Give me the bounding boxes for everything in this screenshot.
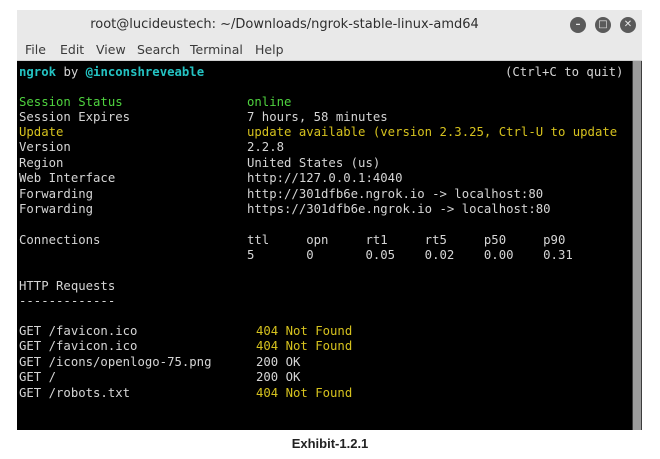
menu-bar: File Edit View Search Terminal Help: [17, 40, 642, 61]
request-status: 404 Not Found: [256, 339, 353, 353]
scrollbar[interactable]: [632, 61, 642, 430]
close-icon: ✕: [623, 19, 633, 30]
http-requests-rule: -------------: [19, 294, 116, 308]
connections-values: 5 0 0.05 0.02 0.00 0.31: [247, 248, 573, 262]
terminal-window: root@lucideustech: ~/Downloads/ngrok-sta…: [17, 10, 642, 430]
region-value: United States (us): [247, 156, 381, 170]
scrollbar-thumb[interactable]: [633, 61, 641, 430]
header-author: @inconshreveable: [85, 65, 205, 79]
request-path: GET /robots.txt: [19, 386, 131, 400]
version-label: Version: [19, 140, 71, 154]
request-status: 200 OK: [256, 355, 301, 369]
update-value: update available (version 2.3.25, Ctrl-U…: [247, 125, 618, 139]
forwarding-label: Forwarding: [19, 202, 94, 216]
web-interface-value: http://127.0.0.1:4040: [247, 171, 403, 185]
request-path: GET /icons/openlogo-75.png: [19, 355, 212, 369]
menu-edit[interactable]: Edit: [60, 42, 84, 57]
region-label: Region: [19, 156, 64, 170]
connections-label: Connections: [19, 233, 101, 247]
window-title: root@lucideustech: ~/Downloads/ngrok-sta…: [90, 17, 479, 32]
maximize-button[interactable]: □: [595, 17, 611, 33]
title-bar[interactable]: root@lucideustech: ~/Downloads/ngrok-sta…: [17, 10, 642, 40]
web-interface-label: Web Interface: [19, 171, 116, 185]
exhibit-caption: Exhibit-1.2.1: [291, 436, 369, 451]
minimize-button[interactable]: –: [570, 17, 586, 33]
request-status: 200 OK: [256, 370, 301, 384]
session-status-label: Session Status: [19, 95, 123, 109]
forwarding-label: Forwarding: [19, 187, 94, 201]
request-status: 404 Not Found: [256, 386, 353, 400]
connections-headers: ttl opn rt1 rt5 p50 p90: [247, 233, 566, 247]
maximize-icon: □: [598, 19, 608, 30]
request-path: GET /favicon.ico: [19, 339, 138, 353]
menu-terminal[interactable]: Terminal: [190, 42, 243, 57]
session-expires-label: Session Expires: [19, 110, 131, 124]
http-requests-label: HTTP Requests: [19, 279, 116, 293]
request-path: GET /: [19, 370, 57, 384]
header-by: by: [63, 65, 79, 79]
request-path: GET /favicon.ico: [19, 324, 138, 338]
menu-file[interactable]: File: [25, 42, 46, 57]
ngrok-name: ngrok: [19, 65, 57, 79]
terminal-output[interactable]: ngrok by @inconshreveable (Ctrl+C to qui…: [17, 61, 632, 430]
request-status: 404 Not Found: [256, 324, 353, 338]
version-value: 2.2.8: [247, 140, 285, 154]
session-expires-value: 7 hours, 58 minutes: [247, 110, 388, 124]
update-label: Update: [19, 125, 64, 139]
session-status-value: online: [247, 95, 292, 109]
menu-view[interactable]: View: [96, 42, 126, 57]
close-button[interactable]: ✕: [620, 17, 636, 33]
menu-help[interactable]: Help: [255, 42, 284, 57]
minimize-icon: –: [575, 19, 581, 30]
header-line: ngrok by @inconshreveable: [19, 65, 204, 80]
menu-search[interactable]: Search: [137, 42, 180, 57]
quit-hint: (Ctrl+C to quit): [505, 65, 624, 79]
forwarding-http-value: http://301dfb6e.ngrok.io -> localhost:80: [247, 187, 544, 201]
forwarding-https-value: https://301dfb6e.ngrok.io -> localhost:8…: [247, 202, 551, 216]
